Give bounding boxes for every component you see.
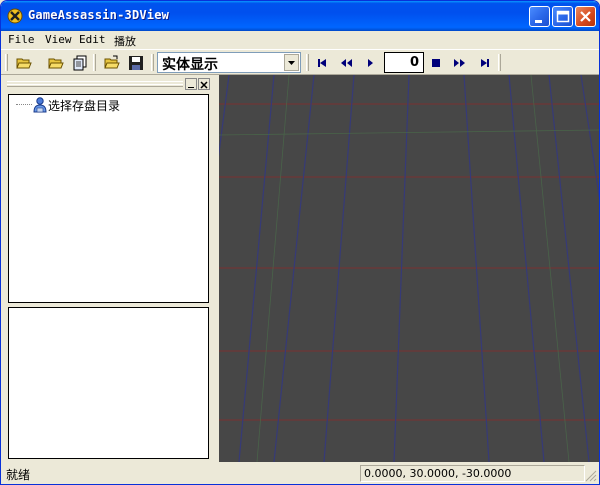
rewind-icon [341, 59, 352, 67]
first-frame-icon [318, 59, 326, 67]
menu-play[interactable]: 播放 [114, 33, 136, 49]
menu-bar: File View Edit 播放 [1, 31, 599, 49]
save-icon [129, 56, 143, 70]
status-text: 就绪 [6, 468, 31, 482]
status-bar: 就绪 0.0000, 30.0000, -30.0000 [1, 463, 599, 484]
toolbar-separator [151, 54, 154, 71]
toolbar-separator [498, 54, 501, 71]
app-icon [7, 8, 23, 24]
dropdown-button[interactable] [284, 54, 299, 71]
coordinate-readout: 0.0000, 30.0000, -30.0000 [360, 465, 585, 482]
minimize-icon [535, 20, 542, 23]
toolbar: 实体显示 0 [1, 49, 599, 75]
open-file-button[interactable] [101, 53, 123, 73]
save-button[interactable] [125, 53, 147, 73]
open-folder-icon [16, 58, 32, 69]
open-icon [48, 58, 64, 69]
directory-tree[interactable]: 选择存盘目录 [8, 94, 209, 303]
open-folder-button[interactable] [13, 53, 35, 73]
properties-panel[interactable] [8, 307, 209, 459]
close-icon [200, 81, 208, 89]
play-icon [368, 59, 373, 67]
minimize-icon [188, 87, 194, 88]
tree-connector [16, 104, 32, 105]
fast-forward-button[interactable] [449, 53, 471, 73]
minimize-button[interactable] [529, 6, 550, 27]
close-button[interactable] [575, 6, 596, 27]
stop-icon [432, 59, 440, 67]
dock-grip[interactable] [7, 81, 183, 87]
close-icon [580, 11, 591, 22]
display-mode-select[interactable]: 实体显示 [157, 52, 301, 73]
resize-grip-icon[interactable] [585, 470, 597, 482]
chevron-down-icon [288, 61, 295, 65]
fast-forward-icon [454, 59, 465, 67]
toolbar-separator [306, 54, 309, 71]
dock-minimize-button[interactable] [185, 78, 197, 90]
3d-viewport[interactable] [178, 74, 599, 463]
toolbar-separator [93, 54, 96, 71]
open-file-icon [104, 55, 120, 69]
open-button[interactable] [45, 53, 67, 73]
maximize-button[interactable] [552, 6, 573, 27]
rewind-button[interactable] [335, 53, 357, 73]
menu-file[interactable]: File [8, 33, 35, 46]
3d-grid [178, 74, 599, 463]
horizontal-grid-lines [219, 103, 599, 421]
user-icon [33, 97, 47, 113]
app-window: GameAssassin-3DView File View Edit 播放 实体… [0, 0, 600, 485]
dock-header[interactable] [4, 78, 214, 90]
dock-close-button[interactable] [198, 78, 210, 90]
last-frame-button[interactable] [474, 53, 496, 73]
stop-button[interactable] [425, 53, 447, 73]
copy-icon [73, 55, 87, 71]
window-title: GameAssassin-3DView [28, 8, 170, 22]
tree-item-select-save-dir[interactable]: 选择存盘目录 [48, 97, 120, 114]
frame-number-input[interactable]: 0 [384, 52, 424, 73]
copy-button[interactable] [69, 53, 91, 73]
play-button[interactable] [359, 53, 381, 73]
title-bar[interactable]: GameAssassin-3DView [1, 1, 599, 31]
first-frame-button[interactable] [311, 53, 333, 73]
maximize-icon [556, 10, 570, 23]
last-frame-icon [481, 59, 489, 67]
menu-edit[interactable]: Edit [79, 33, 106, 46]
toolbar-grip[interactable] [5, 54, 8, 71]
menu-view[interactable]: View [45, 33, 72, 46]
display-mode-value: 实体显示 [162, 57, 218, 73]
